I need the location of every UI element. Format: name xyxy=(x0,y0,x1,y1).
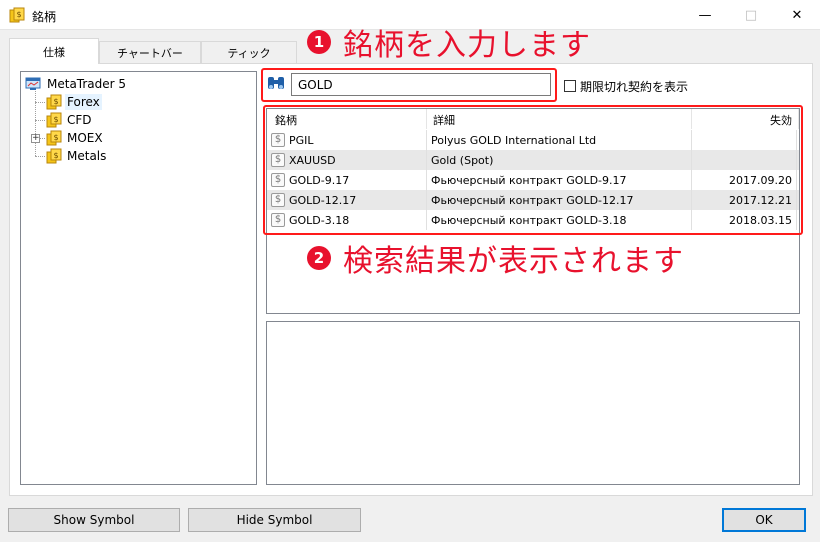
step-1-badge: 1 xyxy=(307,30,331,54)
expand-icon[interactable]: + xyxy=(31,134,40,143)
step-2-annotation: 検索結果が表示されます xyxy=(343,244,684,279)
window-title: 銘柄 xyxy=(32,10,57,24)
tree-item-metals[interactable]: $ Metals xyxy=(46,147,108,165)
maximize-icon: □ xyxy=(744,7,758,23)
svg-text:$: $ xyxy=(53,115,58,124)
tree-item-label: Forex xyxy=(65,94,102,110)
tree-line xyxy=(35,120,45,121)
tree-line xyxy=(35,89,36,156)
symbol-group-icon: $ xyxy=(46,130,62,146)
svg-text:$: $ xyxy=(53,151,58,160)
tree-item-cfd[interactable]: $ CFD xyxy=(46,111,94,129)
svg-text:$: $ xyxy=(53,133,58,142)
tree-item-forex[interactable]: $ Forex xyxy=(46,93,102,111)
tree-item-moex[interactable]: $ MOEX xyxy=(46,129,105,147)
close-button[interactable]: ✕ xyxy=(774,0,820,30)
tree-root-label: MetaTrader 5 xyxy=(47,77,127,91)
ok-button[interactable]: OK xyxy=(722,508,806,532)
tab-spec[interactable]: 仕様 xyxy=(9,38,99,64)
symbol-group-icon: $ xyxy=(46,148,62,164)
symbol-group-icon: $ xyxy=(46,112,62,128)
tree-line xyxy=(35,156,45,157)
svg-text:$: $ xyxy=(16,10,21,19)
tab-chart-bars[interactable]: チャートバー xyxy=(99,41,201,63)
tree-item-label: MOEX xyxy=(67,131,103,145)
maximize-button: □ xyxy=(728,0,774,30)
show-expired-checkbox[interactable] xyxy=(564,80,576,92)
search-highlight-box xyxy=(261,68,557,102)
show-symbol-button[interactable]: Show Symbol xyxy=(8,508,180,532)
symbol-tree[interactable]: MetaTrader 5 $ Forex $ CFD + $ MOEX $ Me… xyxy=(20,71,257,485)
step-2-badge: 2 xyxy=(307,246,331,270)
step-1-annotation: 銘柄を入力します xyxy=(343,28,591,63)
tree-root[interactable]: MetaTrader 5 xyxy=(25,75,128,93)
show-expired-label: 期限切れ契約を表示 xyxy=(580,80,689,94)
close-icon: ✕ xyxy=(791,7,803,23)
tree-line xyxy=(40,138,45,139)
terminal-icon xyxy=(25,77,41,90)
symbols-app-icon: $ xyxy=(9,7,25,23)
svg-text:$: $ xyxy=(53,97,58,106)
hide-symbol-button[interactable]: Hide Symbol xyxy=(188,508,361,532)
minimize-button[interactable]: — xyxy=(682,0,728,30)
tab-ticks[interactable]: ティック xyxy=(201,41,297,63)
tree-item-label: CFD xyxy=(67,113,92,127)
tree-line xyxy=(35,102,45,103)
symbol-properties-panel[interactable] xyxy=(266,321,800,485)
minimize-icon: — xyxy=(698,7,712,23)
symbol-group-icon: $ xyxy=(46,94,62,110)
results-highlight-box xyxy=(263,105,803,235)
tree-item-label: Metals xyxy=(67,149,107,163)
